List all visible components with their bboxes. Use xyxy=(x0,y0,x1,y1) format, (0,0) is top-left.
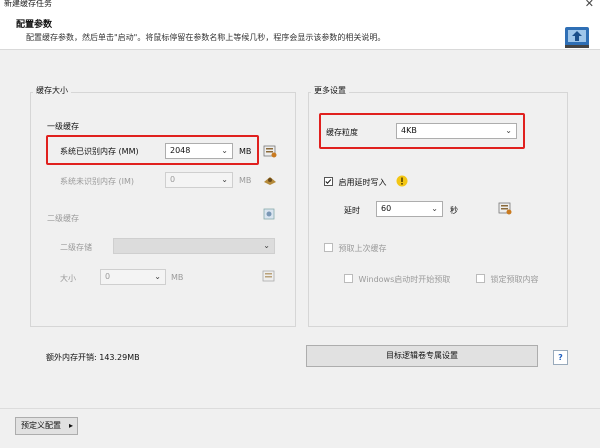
page-description: 配置缓存参数，然后单击"启动"。将鼠标停留在参数名称上等候几秒，程序会显示该参数… xyxy=(26,33,386,42)
chevron-down-icon: ⌄ xyxy=(505,126,512,135)
cache-size-legend: 缓存大小 xyxy=(33,85,71,96)
warning-icon xyxy=(396,175,408,187)
delayed-write-label: 启用延时写入 xyxy=(338,178,387,187)
startup-prefetch-checkbox[interactable] xyxy=(344,274,353,283)
chevron-down-icon: ⌄ xyxy=(154,272,161,281)
footer xyxy=(0,408,600,448)
memory-info-icon[interactable] xyxy=(263,144,277,158)
page-header: 配置参数 配置缓存参数，然后单击"启动"。将鼠标停留在参数名称上等候几秒，程序会… xyxy=(0,9,600,50)
level1-cache-label: 一级缓存 xyxy=(47,122,79,131)
level2-size-select[interactable]: 0 ⌄ xyxy=(100,269,166,285)
delay-unit: 秒 xyxy=(450,206,458,215)
recognized-memory-select[interactable]: 2048 ⌄ xyxy=(165,143,233,159)
more-settings-legend: 更多设置 xyxy=(311,85,349,96)
title-bar: 新建缓存任务 ✕ xyxy=(0,0,600,10)
prefetch-checkbox[interactable] xyxy=(324,243,333,252)
level2-cache-label: 二级缓存 xyxy=(47,214,79,223)
chevron-down-icon: ⌄ xyxy=(263,241,270,250)
recognized-memory-unit: MB xyxy=(239,147,252,156)
startup-prefetch-label: Windows启动时开始预取 xyxy=(358,275,451,284)
app-logo-icon xyxy=(565,27,589,48)
granularity-label: 缓存粒度 xyxy=(326,128,358,137)
page-title: 配置参数 xyxy=(16,20,53,30)
level2-size-icon[interactable] xyxy=(262,269,276,283)
window-title: 新建缓存任务 xyxy=(4,0,52,8)
preset-config-button[interactable]: 预定义配置 ▸ xyxy=(15,417,78,435)
delay-select[interactable]: 60 ⌄ xyxy=(376,201,443,217)
delayed-write-checkbox[interactable] xyxy=(324,177,333,186)
level2-storage-label: 二级存储 xyxy=(60,243,92,252)
delay-label: 延时 xyxy=(344,206,360,215)
delay-info-icon[interactable] xyxy=(498,201,512,215)
level2-size-unit: MB xyxy=(171,273,184,282)
help-icon: ? xyxy=(558,353,563,362)
unrecognized-memory-label: 系统未识别内存 (IM) xyxy=(60,177,135,186)
unrecognized-memory-select[interactable]: 0 ⌄ xyxy=(165,172,233,188)
granularity-select[interactable]: 4KB ⌄ xyxy=(396,123,517,139)
startup-prefetch-row[interactable]: Windows启动时开始预取 xyxy=(344,273,450,285)
lock-prefetch-checkbox[interactable] xyxy=(476,274,485,283)
level2-size-label: 大小 xyxy=(60,274,76,283)
recognized-memory-label: 系统已识别内存 (MM) xyxy=(60,147,139,156)
chevron-down-icon: ⌄ xyxy=(221,175,228,184)
target-volume-button[interactable]: 目标逻辑卷专属设置 xyxy=(306,345,538,367)
lock-prefetch-label: 锁定预取内容 xyxy=(490,275,539,284)
level2-settings-icon[interactable] xyxy=(262,207,276,221)
extra-memory-text: 额外内存开销: 143.29MB xyxy=(46,353,140,362)
chevron-down-icon: ⌄ xyxy=(431,204,438,213)
prefetch-row[interactable]: 预取上次缓存 xyxy=(324,242,387,254)
level2-storage-select[interactable]: ⌄ xyxy=(113,238,275,254)
prefetch-label: 预取上次缓存 xyxy=(338,244,387,253)
lock-prefetch-row[interactable]: 锁定预取内容 xyxy=(476,273,539,285)
help-button[interactable]: ? xyxy=(553,350,568,365)
delayed-write-row[interactable]: 启用延时写入 xyxy=(324,176,387,188)
chevron-down-icon: ⌄ xyxy=(221,146,228,155)
unrecognized-memory-icon[interactable] xyxy=(263,173,277,187)
chevron-right-icon: ▸ xyxy=(68,421,73,430)
unrecognized-memory-unit: MB xyxy=(239,176,252,185)
